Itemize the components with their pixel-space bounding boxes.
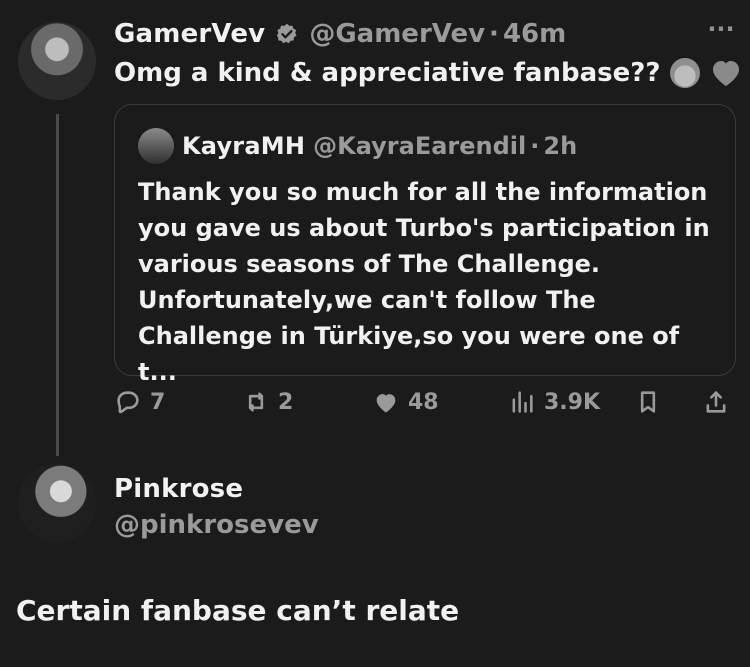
separator-dot: · bbox=[489, 19, 499, 49]
repost-count: 2 bbox=[278, 389, 294, 415]
repost-icon bbox=[242, 388, 270, 416]
heart-icon bbox=[372, 388, 400, 416]
heart-emoji-icon bbox=[710, 58, 742, 88]
avatar-kayramh[interactable] bbox=[138, 128, 174, 164]
avatar-gamervev[interactable] bbox=[18, 22, 96, 100]
post-text: Omg a kind & appreciative fanbase?? bbox=[114, 58, 661, 88]
verified-badge-icon bbox=[275, 22, 299, 46]
reply-button[interactable]: 7 bbox=[114, 388, 165, 416]
post-header: GamerVev @GamerVev · 46m bbox=[114, 16, 566, 52]
quoted-header: KayraMH @KayraEarendil · 2h bbox=[182, 128, 577, 164]
quoted-text-line: Challenge in Türkiye,so you were one of … bbox=[138, 322, 680, 386]
reply-text: Certain fanbase can’t relate bbox=[16, 594, 460, 627]
reply-icon bbox=[114, 388, 142, 416]
quoted-author-name[interactable]: KayraMH bbox=[182, 132, 305, 160]
post-time[interactable]: 46m bbox=[503, 19, 566, 49]
quoted-separator-dot: · bbox=[530, 132, 540, 160]
avatar-pinkrose[interactable] bbox=[18, 464, 96, 542]
quoted-text: Thank you so much for all the informatio… bbox=[138, 174, 718, 390]
post-text-row: Omg a kind & appreciative fanbase?? bbox=[114, 58, 742, 88]
quoted-time[interactable]: 2h bbox=[543, 132, 577, 160]
reply-author-handle[interactable]: @pinkrosevev bbox=[114, 510, 319, 540]
reply-author-name[interactable]: Pinkrose bbox=[114, 474, 243, 504]
thread-line bbox=[56, 114, 59, 456]
reply-count: 7 bbox=[150, 389, 166, 415]
like-count: 48 bbox=[408, 389, 439, 415]
author-name[interactable]: GamerVev bbox=[114, 19, 265, 49]
quoted-handle[interactable]: @KayraEarendil bbox=[313, 132, 526, 160]
share-icon bbox=[702, 388, 730, 416]
crying-face-emoji-icon bbox=[670, 58, 701, 88]
repost-button[interactable]: 2 bbox=[242, 388, 293, 416]
more-options-icon: ··· bbox=[707, 15, 735, 43]
views-button[interactable]: 3.9K bbox=[508, 388, 600, 416]
bookmark-button[interactable] bbox=[634, 388, 662, 416]
views-count: 3.9K bbox=[544, 389, 601, 415]
author-handle[interactable]: @GamerVev bbox=[309, 19, 485, 49]
share-button[interactable] bbox=[702, 388, 730, 416]
bookmark-icon bbox=[634, 388, 662, 416]
like-button[interactable]: 48 bbox=[372, 388, 439, 416]
views-icon bbox=[508, 388, 536, 416]
quoted-text-line: Unfortunately,we can't follow The bbox=[138, 286, 596, 314]
quoted-text-line: various seasons of The Challenge. bbox=[138, 250, 601, 278]
more-options-button[interactable]: ··· bbox=[704, 14, 738, 44]
post-actions-bar: 7 2 48 3.9K bbox=[114, 388, 734, 424]
quoted-text-line: Thank you so much for all the informatio… bbox=[138, 178, 708, 206]
quoted-text-line: you gave us about Turbo's participation … bbox=[138, 214, 710, 242]
